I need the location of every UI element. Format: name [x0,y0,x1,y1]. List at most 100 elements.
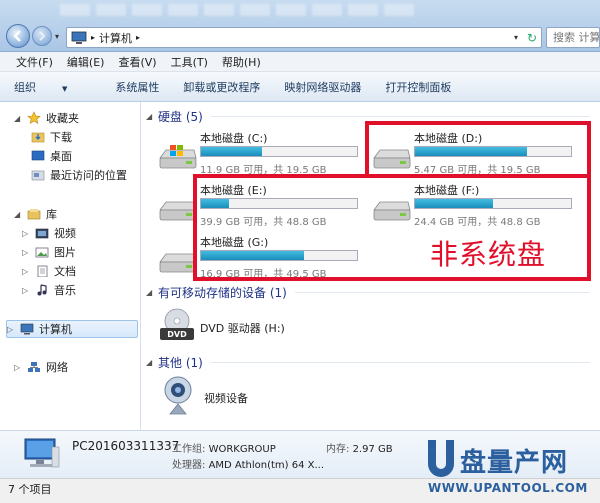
expand-icon[interactable]: ▷ [22,286,32,295]
highlight-box-joint [197,174,365,178]
nav-documents-label: 文档 [54,265,76,278]
collapse-icon[interactable]: ◢ [146,358,152,367]
collapse-icon[interactable]: ◢ [146,288,152,297]
workgroup-info: 工作组: WORKGROUP [172,440,276,455]
desktop-icon [30,149,46,163]
memory-info: 内存: 2.97 GB [326,440,393,455]
search-input[interactable]: 搜索 计算机 [546,27,600,48]
group-header-hard-disks[interactable]: ◢ 硬盘 (5) [142,108,600,125]
video-device[interactable]: 视频设备 [160,374,370,418]
drive-e[interactable]: 本地磁盘 (E:) 39.9 GB 可用，共 48.8 GB [156,182,366,230]
usage-bar-fill [201,147,262,156]
annotation-label: 非系统盘 [430,238,547,271]
processor-label: 处理器: [172,460,206,471]
group-header-removable[interactable]: ◢ 有可移动存储的设备 (1) [142,284,600,301]
nav-downloads[interactable]: 下载 [30,129,72,145]
expand-icon[interactable]: ▷ [22,267,32,276]
nav-favorites-label: 收藏夹 [46,112,79,125]
watermark-logo: 盘量产网 WWW.UPANTOOL.COM [424,438,600,503]
usage-bar-fill [415,199,493,208]
group-divider [210,362,590,363]
menu-help[interactable]: 帮助(H) [216,54,269,70]
group-header-other[interactable]: ◢ 其他 (1) [142,354,600,371]
organize-label: 组织 [14,80,36,94]
uninstall-program-button[interactable]: 卸载或更改程序 [183,79,260,95]
group-title-hard-disks: 硬盘 (5) [158,110,203,124]
drive-g[interactable]: 本地磁盘 (G:) 16.9 GB 可用，共 49.5 GB [156,234,366,282]
workgroup-value: WORKGROUP [208,444,276,455]
menu-tools[interactable]: 工具(T) [165,54,216,70]
group-title-other: 其他 (1) [158,356,203,370]
nav-desktop-label: 桌面 [50,150,72,163]
drive-f[interactable]: 本地磁盘 (F:) 24.4 GB 可用，共 48.8 GB [370,182,580,230]
nav-desktop[interactable]: 桌面 [30,148,72,164]
nav-libraries[interactable]: ◢ 库 [14,206,57,222]
nav-recent-places[interactable]: 最近访问的位置 [30,167,127,183]
expand-icon[interactable]: ▷ [14,363,24,372]
dvd-drive-icon: DVD [160,308,194,340]
computer-icon [19,322,35,336]
videos-icon [34,226,50,240]
expand-icon[interactable]: ◢ [14,210,24,219]
nav-network[interactable]: ▷ 网络 [14,359,68,375]
drive-name: 本地磁盘 (D:) [414,132,483,145]
workgroup-label: 工作组: [172,444,206,455]
nav-documents[interactable]: ▷ 文档 [22,263,76,279]
usage-bar [414,198,572,209]
computer-icon [71,31,87,44]
nav-pictures-label: 图片 [54,246,76,259]
back-button[interactable] [6,24,30,48]
item-count: 7 个项目 [8,483,52,496]
hard-drive-icon [159,201,197,221]
computer-large-icon [24,438,60,468]
drive-name: 本地磁盘 (C:) [200,132,268,145]
drive-name: 本地磁盘 (E:) [200,184,267,197]
nav-videos-label: 视频 [54,227,76,240]
hard-drive-icon [159,253,197,273]
expand-icon[interactable]: ▷ [22,248,32,257]
nav-computer-label: 计算机 [39,323,72,336]
expand-icon[interactable]: ▷ [22,229,32,238]
drive-d[interactable]: 本地磁盘 (D:) 5.47 GB 可用，共 19.5 GB [370,130,580,178]
nav-computer[interactable]: ▷ 计算机 [6,320,138,338]
dvd-logo-text: DVD [167,330,187,339]
usage-bar-fill [415,147,528,156]
collapse-icon[interactable]: ◢ [146,112,152,121]
nav-favorites[interactable]: ◢ 收藏夹 [14,110,79,126]
open-control-panel-button[interactable]: 打开控制面板 [385,79,451,95]
hard-drive-icon [373,201,411,221]
map-network-drive-button[interactable]: 映射网络驱动器 [284,79,361,95]
organize-button[interactable]: 组织 ▼ [14,79,91,95]
drive-size: 24.4 GB 可用，共 48.8 GB [414,217,541,228]
nav-libraries-label: 库 [46,208,57,221]
address-bar[interactable]: ▸ 计算机 ▸ ▾ ↻ [66,27,542,48]
breadcrumb-computer[interactable]: 计算机 [99,30,132,46]
menu-file[interactable]: 文件(F) [10,54,61,70]
menu-view[interactable]: 查看(V) [112,54,164,70]
usage-bar [200,146,358,157]
drive-h-dvd[interactable]: DVD DVD 驱动器 (H:) [156,306,366,346]
menu-edit[interactable]: 编辑(E) [61,54,113,70]
forward-button[interactable] [32,26,52,46]
address-dropdown-icon[interactable]: ▾ [509,33,523,42]
drive-c[interactable]: 本地磁盘 (C:) 11.9 GB 可用，共 19.5 GB [156,130,366,178]
breadcrumb-chevron-icon[interactable]: ▸ [91,33,95,42]
downloads-folder-icon [30,130,46,144]
system-properties-button[interactable]: 系统属性 [115,79,159,95]
expand-icon[interactable]: ▷ [7,325,17,334]
network-icon [26,360,42,374]
recent-pages-chevron-icon[interactable]: ▾ [55,32,59,41]
usage-bar [200,198,358,209]
system-drive-icon [159,145,197,169]
breadcrumb-chevron-icon[interactable]: ▸ [136,33,140,42]
u-disk-logo-icon [428,440,454,477]
nav-pictures[interactable]: ▷ 图片 [22,244,76,260]
nav-videos[interactable]: ▷ 视频 [22,225,76,241]
memory-label: 内存: [326,444,350,455]
drive-size: 5.47 GB 可用，共 19.5 GB [414,165,541,176]
usage-bar-fill [201,199,230,208]
refresh-icon[interactable]: ↻ [523,31,541,45]
expand-icon[interactable]: ◢ [14,114,24,123]
nav-music[interactable]: ▷ 音乐 [22,282,76,298]
processor-value: AMD Athlon(tm) 64 X... [208,460,325,471]
